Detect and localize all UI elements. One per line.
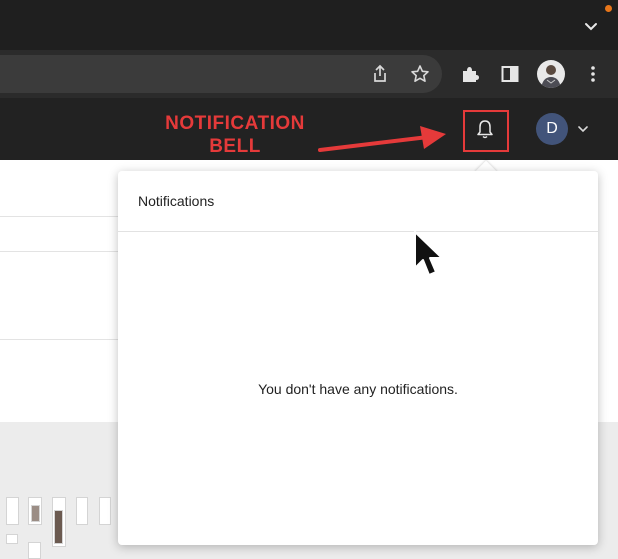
browser-toolbar xyxy=(0,50,618,98)
notification-bell-icon[interactable] xyxy=(474,118,496,140)
thumbnail xyxy=(6,534,18,544)
notifications-panel: Notifications You don't have any notific… xyxy=(118,171,598,545)
notifications-divider xyxy=(118,231,598,232)
browser-tab-strip xyxy=(0,0,618,50)
extensions-icon[interactable] xyxy=(460,64,480,84)
user-avatar[interactable]: D xyxy=(536,113,568,145)
account-chevron-down-icon[interactable] xyxy=(577,124,589,134)
thumbnail xyxy=(31,505,40,522)
notifications-empty-message: You don't have any notifications. xyxy=(258,381,458,397)
tab-search-chevron-icon[interactable] xyxy=(583,20,599,34)
annotation-line-2: BELL xyxy=(209,136,261,157)
thumbnail xyxy=(28,542,41,559)
thumbnail xyxy=(54,510,63,544)
browser-profile-avatar[interactable] xyxy=(537,60,565,88)
share-icon[interactable] xyxy=(370,64,390,84)
notifications-title: Notifications xyxy=(138,193,215,209)
bookmark-star-icon[interactable] xyxy=(410,64,430,84)
side-panel-icon[interactable] xyxy=(500,64,520,84)
thumbnail xyxy=(99,497,111,525)
profile-photo-icon xyxy=(541,65,561,88)
browser-menu-icon[interactable] xyxy=(583,64,603,84)
mouse-cursor-icon xyxy=(414,231,443,276)
annotation-line-1: NOTIFICATION xyxy=(165,113,305,134)
update-dot-icon xyxy=(605,5,612,12)
annotation-label: NOTIFICATION BELL xyxy=(150,112,320,158)
annotation-arrow-icon xyxy=(318,126,446,152)
thumbnail xyxy=(76,497,88,525)
thumbnail xyxy=(6,497,19,525)
